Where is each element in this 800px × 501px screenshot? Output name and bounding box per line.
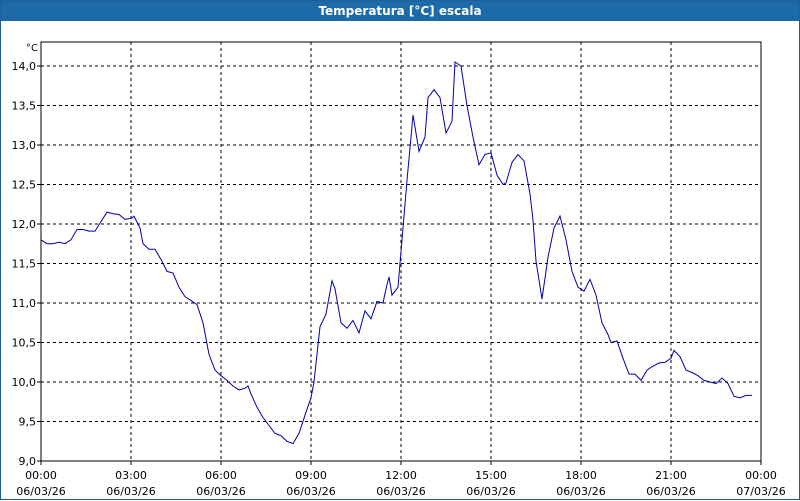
x-tick-date-label: 06/03/26 bbox=[376, 485, 425, 498]
y-tick-label: 12,5 bbox=[12, 179, 37, 192]
x-tick-date-label: 06/03/26 bbox=[106, 485, 155, 498]
x-tick-time-label: 00:00 bbox=[25, 469, 57, 482]
x-tick-date-label: 06/03/26 bbox=[646, 485, 695, 498]
x-tick-date-label: 06/03/26 bbox=[286, 485, 335, 498]
y-tick-label: 9,5 bbox=[19, 416, 37, 429]
x-tick-date-label: 06/03/26 bbox=[16, 485, 65, 498]
x-tick-time-label: 12:00 bbox=[385, 469, 417, 482]
x-tick-time-label: 15:00 bbox=[475, 469, 507, 482]
y-tick-label: 13,5 bbox=[12, 100, 37, 113]
x-tick-time-label: 21:00 bbox=[655, 469, 687, 482]
x-tick-date-label: 07/03/26 bbox=[736, 485, 785, 498]
y-tick-label: 13,0 bbox=[12, 139, 37, 152]
x-tick-time-label: 18:00 bbox=[565, 469, 597, 482]
y-tick-label: 11,5 bbox=[12, 258, 37, 271]
temperature-chart: 9,0 9,5 10,0 10,5 11,0 11,5 12,0 12,5 13,0 13,5 14… bbox=[12, 41, 786, 498]
y-tick-label: 9,0 bbox=[19, 455, 37, 468]
x-tick-date-label: 06/03/26 bbox=[466, 485, 515, 498]
y-tick-label: 12,0 bbox=[12, 218, 37, 231]
x-tick-time-label: 03:00 bbox=[115, 469, 147, 482]
x-tick-time-label: 00:00 bbox=[745, 469, 777, 482]
y-axis-unit-label: °C bbox=[26, 43, 38, 54]
y-tick-label: 10,0 bbox=[12, 376, 37, 389]
y-tick-label: 10,5 bbox=[12, 337, 37, 350]
x-tick-date-label: 06/03/26 bbox=[556, 485, 605, 498]
y-tick-label: 11,0 bbox=[12, 297, 37, 310]
y-tick-label: 14,0 bbox=[12, 60, 37, 73]
x-tick-time-label: 06:00 bbox=[205, 469, 237, 482]
x-tick-time-label: 09:00 bbox=[295, 469, 327, 482]
chart-window: Temperatura [°C] escala 9,0 9,5 10,0 10,5 11… bbox=[0, 0, 800, 500]
x-tick-date-label: 06/03/26 bbox=[196, 485, 245, 498]
